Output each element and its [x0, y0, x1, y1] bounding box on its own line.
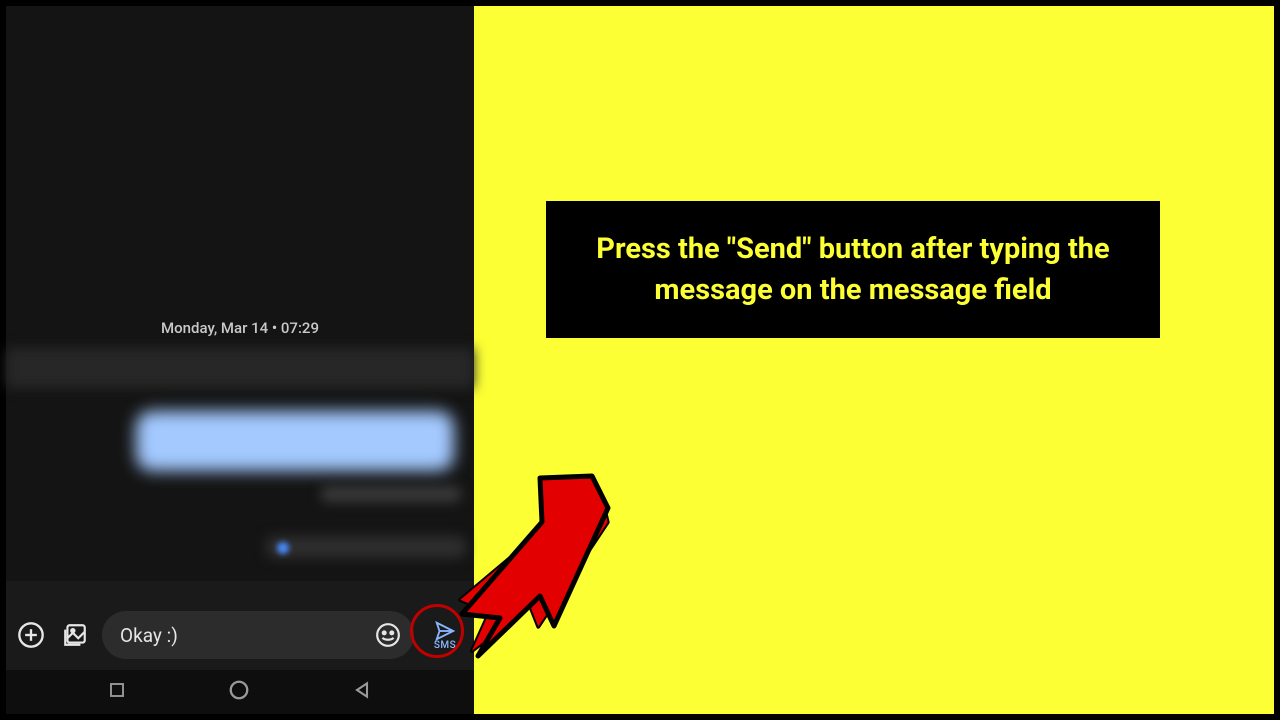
add-attachment-button[interactable]	[14, 618, 48, 652]
blurred-meta-line	[321, 486, 461, 502]
blurred-message-row	[6, 348, 474, 388]
send-label: SMS	[434, 640, 456, 651]
compose-bar: Okay :) SMS	[6, 600, 474, 670]
instruction-callout: Press the "Send" button after typing the…	[546, 201, 1160, 338]
date-divider: Monday, Mar 14 • 07:29	[6, 319, 474, 337]
phone-panel: Monday, Mar 14 • 07:29	[6, 6, 474, 714]
android-navbar	[6, 670, 474, 714]
message-input-pill: Okay :)	[102, 611, 414, 659]
send-icon	[432, 620, 458, 642]
conversation-area[interactable]: Monday, Mar 14 • 07:29	[6, 6, 474, 581]
outgoing-message-bubble	[136, 411, 454, 471]
instruction-text: Press the "Send" button after typing the…	[570, 229, 1136, 310]
circle-icon	[228, 679, 250, 701]
nav-recent-button[interactable]	[108, 681, 126, 703]
nav-back-button[interactable]	[352, 680, 372, 704]
gallery-button[interactable]	[58, 618, 92, 652]
square-icon	[108, 681, 126, 699]
triangle-back-icon	[352, 680, 372, 700]
nav-home-button[interactable]	[228, 679, 250, 705]
blurred-status-dot	[277, 542, 289, 554]
tutorial-canvas: Monday, Mar 14 • 07:29	[0, 0, 1280, 720]
add-circle-icon	[17, 621, 45, 649]
blurred-status-row	[266, 536, 466, 558]
gallery-icon	[62, 622, 88, 648]
message-input[interactable]: Okay :)	[120, 624, 372, 647]
emoji-button[interactable]	[372, 619, 404, 651]
send-button[interactable]: SMS	[424, 614, 466, 656]
emoji-icon	[375, 622, 401, 648]
